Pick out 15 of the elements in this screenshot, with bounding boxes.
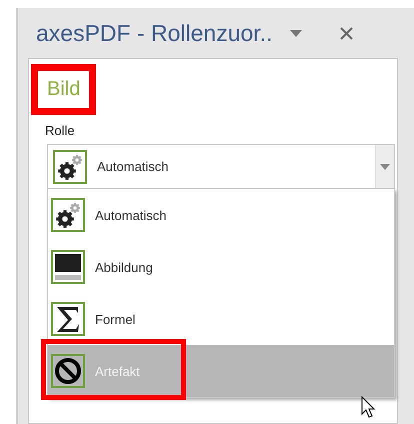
role-dropdown[interactable]: Automatisch [47, 144, 395, 189]
prohibited-icon [51, 354, 85, 388]
sigma-icon [51, 302, 85, 336]
pane-title: axesPDF - Rollenzuor.. [35, 20, 272, 46]
gear-icon [51, 198, 85, 232]
dropdown-option[interactable]: Abbildung [48, 241, 394, 293]
mouse-cursor-icon [361, 396, 375, 418]
dropdown-option[interactable]: Formel [48, 293, 394, 345]
dropdown-option[interactable]: Automatisch [48, 189, 394, 241]
gear-icon [53, 150, 87, 184]
dropdown-caret-icon[interactable] [290, 30, 302, 36]
close-icon[interactable] [340, 26, 354, 40]
picture-icon [51, 250, 85, 284]
field-label: Rolle [45, 123, 76, 138]
section-heading: Bild [47, 78, 80, 100]
